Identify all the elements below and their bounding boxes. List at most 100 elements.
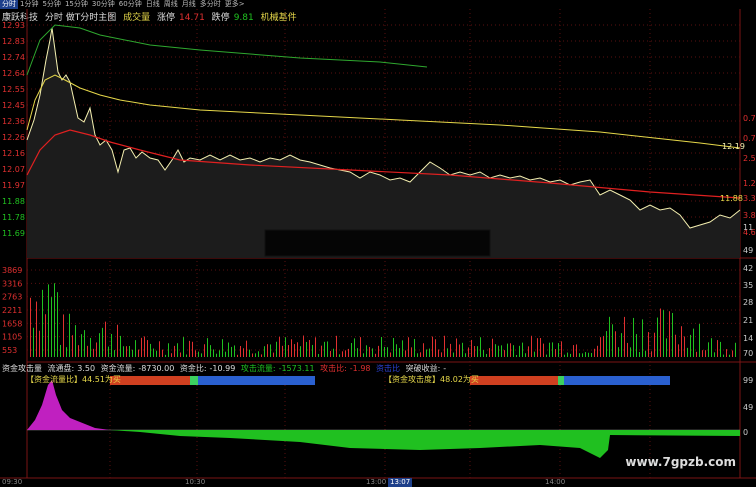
right-tick-label: 28 [743, 298, 753, 307]
volume-bar [132, 349, 133, 357]
price-tick-label: 12.74 [2, 53, 25, 62]
attack-degree-bar-segment [470, 376, 558, 385]
volume-bar [483, 350, 484, 357]
attack-degree-value: 48.02 [440, 375, 463, 384]
volume-bar [144, 336, 145, 357]
volume-bar [252, 353, 253, 357]
volume-bar [138, 349, 139, 357]
volume-bar [222, 339, 223, 357]
price-tick-label: 12.45 [2, 101, 25, 110]
volume-bar [639, 351, 640, 357]
attack-ratio-label: 攻击比: [320, 364, 347, 373]
volume-bar [75, 325, 76, 357]
volume-bar [669, 311, 670, 357]
volume-bar [111, 333, 112, 357]
time-label: 13:07 [388, 478, 413, 487]
float-value: 3.50 [77, 364, 96, 373]
volume-bar [645, 350, 646, 357]
flow-ratio-bar-segment [110, 376, 190, 385]
volume-tick-label: 3316 [2, 279, 22, 288]
volume-bar [150, 343, 151, 357]
volume-bar [216, 353, 217, 357]
price-tick-label: 11.97 [2, 181, 25, 190]
volume-bar [372, 348, 373, 357]
volume-bar [444, 335, 445, 357]
right-tick-label: 3.3 [743, 194, 756, 203]
volume-bar [528, 346, 529, 357]
volume-bar [633, 317, 634, 357]
volume-bar [318, 353, 319, 357]
volume-bar [51, 297, 52, 357]
volume-bar [291, 339, 292, 357]
volume-bar [219, 350, 220, 357]
volume-tick-label: 553 [2, 346, 17, 355]
volume-bar [717, 340, 718, 357]
volume-bar [330, 350, 331, 357]
volume-bar [408, 337, 409, 357]
volume-bar [447, 348, 448, 357]
volume-bar [720, 341, 721, 357]
volume-bar [39, 330, 40, 357]
volume-bar [501, 345, 502, 357]
right-tick-label: 49 [743, 246, 753, 255]
price-tick-label: 12.83 [2, 37, 25, 46]
volume-bar [93, 348, 94, 357]
volume-bar [612, 324, 613, 357]
volume-bar [333, 348, 334, 357]
volume-bar [159, 341, 160, 357]
green-line [26, 24, 428, 76]
volume-bar [171, 353, 172, 357]
volume-bar [678, 344, 679, 357]
volume-bar [531, 335, 532, 357]
volume-bar [540, 338, 541, 357]
volume-bar [426, 349, 427, 357]
volume-bar [735, 342, 736, 357]
attack-degree-label: 【资金攻击度】 [384, 375, 440, 384]
volume-bar [255, 353, 256, 357]
right-tick-label: 35 [743, 281, 753, 290]
volume-bar [597, 345, 598, 357]
volume-bar [312, 344, 313, 357]
volume-bar [270, 344, 271, 357]
volume-bar [279, 336, 280, 357]
right-tick-label: 70 [743, 349, 753, 358]
volume-bar [42, 289, 43, 357]
volume-bar [600, 337, 601, 357]
attack-degree-tag: 为买 [462, 375, 479, 384]
volume-bar [474, 346, 475, 357]
volume-bar [510, 343, 511, 357]
flow-ratio-label: 【资金流量比】 [26, 375, 82, 384]
volume-bar [690, 334, 691, 357]
volume-bar [588, 352, 589, 357]
volume-bar [657, 317, 658, 357]
attack-flow-label: 攻击流量: [240, 364, 276, 373]
volume-bar [570, 353, 571, 357]
volume-bar [123, 346, 124, 357]
volume-bar [186, 354, 187, 357]
volume-bar [651, 351, 652, 357]
volume-bar [492, 338, 493, 357]
volume-bar [72, 335, 73, 357]
volume-bar [351, 343, 352, 357]
volume-bar [315, 337, 316, 357]
volume-bar [231, 346, 232, 357]
volume-bar [498, 345, 499, 357]
price-tick-label: 11.78 [2, 213, 25, 222]
volume-bar [162, 349, 163, 357]
volume-bar [201, 353, 202, 357]
volume-bar [519, 345, 520, 357]
flow-ratio-value: 44.51 [82, 375, 105, 384]
volume-bar [576, 344, 577, 357]
volume-bar [90, 337, 91, 357]
price-tick-label: 12.07 [2, 165, 25, 174]
volume-bar [57, 292, 58, 357]
volume-tick-label: 1105 [2, 333, 22, 342]
volume-bar [177, 343, 178, 357]
volume-bar [681, 326, 682, 357]
volume-bar [441, 352, 442, 357]
fund-info-line: 资金攻击量 流通盘: 3.50 资金流量: -8730.00 资金比: -10.99 … [2, 363, 449, 374]
time-label: 14:00 [545, 478, 566, 486]
volume-bar [387, 347, 388, 357]
volume-bar [396, 344, 397, 357]
attack-degree-bar-segment [558, 376, 564, 385]
